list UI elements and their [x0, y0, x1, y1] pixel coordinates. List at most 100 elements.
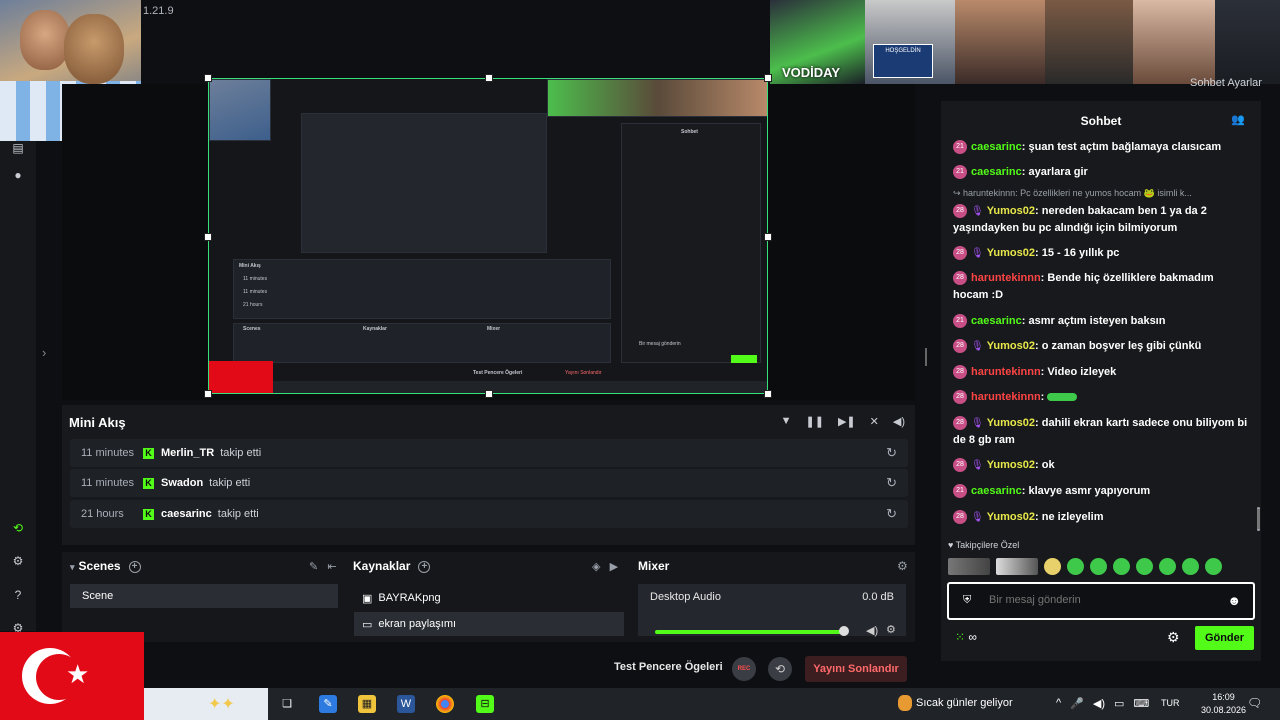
language-indicator[interactable]: TUR	[1161, 698, 1180, 708]
plugin-icon[interactable]: ⚙	[11, 554, 25, 568]
chat-username[interactable]: Yumos02	[987, 459, 1035, 471]
cam-vodiday: VODİDAY	[770, 0, 865, 84]
chat-text: asmr açtım isteyen baksın	[1028, 315, 1166, 327]
record-icon[interactable]: ●	[11, 168, 25, 182]
add-source-button[interactable]: +	[418, 560, 431, 573]
chat-username[interactable]: caesarinc	[971, 166, 1022, 178]
emote[interactable]	[1067, 558, 1084, 575]
mixer-settings-icon[interactable]: ⚙	[897, 559, 908, 573]
layers-icon[interactable]: ◈	[592, 561, 600, 573]
task-view-icon[interactable]: ❏	[278, 695, 296, 713]
resize-handle-bl[interactable]	[204, 390, 212, 398]
chat-username[interactable]: caesarinc	[971, 141, 1022, 153]
system-tray: ^ 🎤 ◀) ▭ ⌨	[1056, 697, 1149, 710]
emote[interactable]	[1136, 558, 1153, 575]
chat-username[interactable]: Yumos02	[987, 417, 1035, 429]
menu-icon[interactable]: ▤	[11, 141, 25, 155]
test-widgets-label[interactable]: Test Pencere Ögeleri	[614, 661, 723, 673]
paint-icon[interactable]: ✎	[319, 695, 337, 713]
emoji-icon[interactable]: ☻	[1227, 593, 1241, 608]
resize-handle-r[interactable]	[764, 233, 772, 241]
clock[interactable]: 16:09 30.08.2026	[1201, 691, 1246, 717]
kick-studio-icon[interactable]: ⊟	[476, 695, 494, 713]
pin-icon[interactable]: ✎	[309, 561, 318, 573]
channel-settings-icon[interactable]: ⚙	[886, 623, 896, 636]
chat-username[interactable]: caesarinc	[971, 315, 1022, 327]
source-item[interactable]: ▣ BAYRAKpng	[354, 586, 624, 610]
media-icon[interactable]: ▶	[610, 561, 618, 573]
chat-input-box[interactable]: ⛨ ☻	[947, 582, 1255, 620]
panel-resize-handle[interactable]	[925, 348, 927, 366]
chat-username[interactable]: Yumos02	[987, 247, 1035, 259]
speaker-icon[interactable]: ◀)	[866, 624, 878, 637]
resize-handle-tr[interactable]	[764, 74, 772, 82]
emote[interactable]	[1113, 558, 1130, 575]
mute-alerts-icon[interactable]: ✕	[870, 415, 879, 428]
volume-icon[interactable]: ◀)	[893, 415, 905, 428]
replay-button[interactable]: ⟲	[768, 657, 792, 681]
store-icon[interactable]: ▦	[358, 695, 376, 713]
emote[interactable]	[948, 558, 990, 575]
chrome-icon[interactable]	[436, 695, 454, 713]
users-icon[interactable]: 👥	[1231, 113, 1245, 126]
skip-icon[interactable]: ▶❚	[838, 415, 856, 428]
word-icon[interactable]: W	[397, 695, 415, 713]
chat-username[interactable]: Yumos02	[987, 511, 1035, 523]
resize-handle-t[interactable]	[485, 74, 493, 82]
chat-username[interactable]: haruntekinnn	[971, 391, 1041, 403]
add-scene-button[interactable]: +	[128, 560, 141, 573]
chat-settings-icon[interactable]: ⚙	[1167, 629, 1180, 646]
volume-slider-track[interactable]	[655, 630, 845, 634]
help-icon[interactable]: ?	[11, 588, 25, 602]
app-version: 1.21.9	[143, 5, 174, 17]
image-icon: ▣	[362, 593, 373, 605]
chat-username[interactable]: haruntekinnn	[971, 366, 1041, 378]
end-stream-button[interactable]: Yayını Sonlandır	[805, 656, 907, 682]
volume-slider-knob[interactable]	[839, 626, 849, 636]
reply-preview[interactable]: ↪ haruntekinnn: Pc özellikleri ne yumos …	[953, 188, 1251, 199]
weather-text[interactable]: Sıcak günler geliyor	[916, 697, 1013, 709]
resize-handle-b[interactable]	[485, 390, 493, 398]
pause-icon[interactable]: ❚❚	[806, 415, 824, 428]
stream-preview[interactable]: Sohbet Bir mesaj gönderin Mini Akış 11 m…	[204, 74, 772, 398]
collapse-panel-icon[interactable]: ⇤	[327, 561, 336, 573]
emote[interactable]	[996, 558, 1038, 575]
resize-handle-br[interactable]	[764, 390, 772, 398]
network-icon[interactable]: ▭	[1114, 697, 1124, 710]
kick-icon[interactable]: ⟲	[11, 521, 25, 535]
emote[interactable]	[1182, 558, 1199, 575]
chat-username[interactable]: Yumos02	[987, 340, 1035, 352]
resize-handle-l[interactable]	[204, 233, 212, 241]
expand-arrow-icon[interactable]: ›	[42, 345, 46, 360]
chevron-up-icon[interactable]: ^	[1056, 697, 1061, 710]
chat-username[interactable]: haruntekinnn	[971, 272, 1041, 284]
preview-content: Sohbet Bir mesaj gönderin Mini Akış 11 m…	[209, 79, 767, 393]
weather-icon	[898, 695, 912, 711]
scene-tools: ✎ ⇤	[309, 560, 337, 573]
infinity-icon[interactable]: ∞	[968, 630, 977, 644]
emote[interactable]	[1159, 558, 1176, 575]
microphone-icon[interactable]: 🎤	[1070, 697, 1084, 710]
filter-icon[interactable]: ▼	[781, 415, 792, 428]
send-button[interactable]: Gönder	[1195, 626, 1254, 650]
chat-message-input[interactable]	[989, 594, 1209, 606]
scene-item[interactable]: Scene	[70, 584, 338, 608]
notification-icon[interactable]: 🗨	[1247, 696, 1262, 710]
emote[interactable]	[1205, 558, 1222, 575]
emote[interactable]	[1090, 558, 1107, 575]
replay-icon[interactable]: ↻	[886, 506, 897, 522]
sub-badge: 28	[953, 339, 967, 354]
emote[interactable]	[1044, 558, 1061, 575]
volume-icon[interactable]: ◀)	[1093, 697, 1105, 710]
replay-icon[interactable]: ↻	[886, 445, 897, 461]
collapse-icon[interactable]: ▾	[70, 562, 75, 572]
replay-icon[interactable]: ↻	[886, 475, 897, 491]
record-button[interactable]: REC	[732, 657, 756, 681]
resize-handle-tl[interactable]	[204, 74, 212, 82]
chat-username[interactable]: Yumos02	[987, 205, 1035, 217]
chat-username[interactable]: caesarinc	[971, 485, 1022, 497]
taskbar-search[interactable]: ✦✦	[144, 688, 268, 720]
keyboard-icon[interactable]: ⌨	[1133, 697, 1149, 710]
shield-icon: ⛨	[963, 594, 972, 606]
source-item[interactable]: ▭ ekran paylaşımı	[354, 612, 624, 636]
